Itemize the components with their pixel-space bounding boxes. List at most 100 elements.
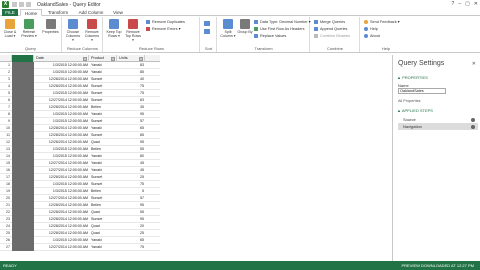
data-type-dropdown[interactable]: Data Type: Decimal Number ▾ (254, 19, 311, 25)
cell-units[interactable]: 57 (117, 118, 145, 125)
cell-date[interactable]: 12/28/2014 12:00:00 AM (34, 83, 89, 90)
save-icon[interactable] (12, 2, 17, 7)
cell-date[interactable]: 12/28/2014 12:00:00 AM (34, 216, 89, 223)
row-index[interactable]: 10 (0, 125, 12, 132)
cell-date[interactable]: 12/28/2014 12:00:00 AM (34, 76, 89, 83)
selected-cell[interactable] (12, 111, 34, 118)
cell-date[interactable]: 1/3/2015 12:00:00 AM (34, 153, 89, 160)
cell-product[interactable]: Sunset (91, 83, 117, 90)
remove-duplicates-button[interactable]: Remove Duplicates (146, 19, 185, 25)
append-queries-button[interactable]: Append Queries (314, 26, 347, 32)
cell-units[interactable]: 85 (117, 132, 145, 139)
selected-cell[interactable] (12, 97, 34, 104)
keep-top-rows-button[interactable]: Keep Top Rows ▾ (106, 18, 122, 44)
all-properties-link[interactable]: All Properties (398, 99, 421, 103)
cell-date[interactable]: 12/28/2014 12:00:00 AM (34, 132, 89, 139)
selected-cell[interactable] (12, 76, 34, 83)
table-row[interactable]: 25 12/28/2014 12:00:00 AM Quad 25 (0, 230, 160, 237)
cell-units[interactable]: 45 (117, 167, 145, 174)
cell-product[interactable]: Sunset (91, 97, 117, 104)
cell-units[interactable]: 85 (117, 69, 145, 76)
help-button[interactable]: Help (364, 26, 378, 32)
row-index[interactable]: 16 (0, 167, 12, 174)
cell-units[interactable]: 63 (117, 97, 145, 104)
selected-cell[interactable] (12, 188, 34, 195)
table-row[interactable]: 14 1/3/2015 12:00:00 AM Yanaki 80 (0, 153, 160, 160)
table-row[interactable]: 1 1/3/2015 12:00:00 AM Yanaki 83 (0, 62, 160, 69)
table-row[interactable]: 7 12/28/2014 12:00:00 AM Bellen 35 (0, 104, 160, 111)
remove-errors-button[interactable]: Remove Errors ▾ (146, 26, 181, 32)
selected-cell[interactable] (12, 216, 34, 223)
row-index[interactable]: 23 (0, 216, 12, 223)
sort-ascending-button[interactable] (204, 20, 212, 26)
cell-product[interactable]: Yanaki (91, 244, 117, 251)
cell-product[interactable]: Quad (91, 139, 117, 146)
table-row[interactable]: 15 12/27/2014 12:00:00 AM Yanaki 45 (0, 160, 160, 167)
selected-cell[interactable] (12, 223, 34, 230)
split-column-button[interactable]: Split Column ▾ (220, 18, 236, 44)
selected-cell[interactable] (12, 62, 34, 69)
cell-date[interactable]: 1/3/2015 12:00:00 AM (34, 62, 89, 69)
row-index[interactable]: 1 (0, 62, 12, 69)
cell-units[interactable]: 55 (117, 146, 145, 153)
row-index[interactable]: 8 (0, 111, 12, 118)
column-header-date[interactable]: Date ▾ (34, 55, 89, 62)
cell-date[interactable]: 1/3/2015 12:00:00 AM (34, 90, 89, 97)
cell-product[interactable]: Quad (91, 230, 117, 237)
row-index[interactable]: 22 (0, 209, 12, 216)
tab-add-column[interactable]: Add Column (75, 9, 107, 16)
cell-units[interactable]: 57 (117, 195, 145, 202)
cell-units[interactable]: 75 (117, 244, 145, 251)
row-index[interactable]: 9 (0, 118, 12, 125)
cell-units[interactable]: 25 (117, 230, 145, 237)
row-index[interactable]: 17 (0, 174, 12, 181)
cell-units[interactable]: 95 (117, 111, 145, 118)
row-index[interactable]: 3 (0, 76, 12, 83)
selected-cell[interactable] (12, 83, 34, 90)
cell-product[interactable]: Sunset (91, 132, 117, 139)
selected-cell[interactable] (12, 195, 34, 202)
cell-product[interactable]: Sunset (91, 195, 117, 202)
cell-units[interactable]: 95 (117, 202, 145, 209)
row-index[interactable]: 25 (0, 230, 12, 237)
cell-date[interactable]: 12/28/2014 12:00:00 AM (34, 174, 89, 181)
cell-units[interactable]: 75 (117, 90, 145, 97)
row-index[interactable]: 26 (0, 237, 12, 244)
selected-cell[interactable] (12, 125, 34, 132)
table-row[interactable]: 16 12/27/2014 12:00:00 AM Yanaki 45 (0, 167, 160, 174)
cell-date[interactable]: 1/3/2015 12:00:00 AM (34, 69, 89, 76)
selected-cell[interactable] (12, 202, 34, 209)
filter-dropdown-icon[interactable]: ▾ (111, 56, 115, 61)
step-source[interactable]: Source (398, 116, 478, 123)
selected-column-header[interactable] (12, 55, 34, 62)
table-row[interactable]: 24 12/28/2014 12:00:00 AM Quad 20 (0, 223, 160, 230)
close-load-button[interactable]: Close & Load ▾ (2, 18, 18, 44)
cell-units[interactable]: 5 (117, 188, 145, 195)
row-index[interactable]: 14 (0, 153, 12, 160)
table-row[interactable]: 18 1/3/2015 12:00:00 AM Sunset 75 (0, 181, 160, 188)
maximize-icon[interactable]: ▢ (465, 1, 470, 7)
table-row[interactable]: 17 12/28/2014 12:00:00 AM Sunset 25 (0, 174, 160, 181)
tab-transform[interactable]: Transform (44, 9, 72, 16)
row-index[interactable]: 12 (0, 139, 12, 146)
cell-product[interactable]: Sunset (91, 181, 117, 188)
cell-date[interactable]: 1/3/2015 12:00:00 AM (34, 188, 89, 195)
filter-dropdown-icon[interactable]: ▾ (139, 56, 143, 61)
cell-product[interactable]: Sunset (91, 174, 117, 181)
row-index[interactable]: 20 (0, 195, 12, 202)
cell-date[interactable]: 1/3/2015 12:00:00 AM (34, 181, 89, 188)
cell-date[interactable]: 12/28/2014 12:00:00 AM (34, 104, 89, 111)
cell-product[interactable]: Quad (91, 209, 117, 216)
cell-product[interactable]: Yanaki (91, 111, 117, 118)
cell-date[interactable]: 12/28/2014 12:00:00 AM (34, 223, 89, 230)
column-header-product[interactable]: Product ▾ (89, 55, 117, 62)
cell-units[interactable]: 65 (117, 125, 145, 132)
tab-file[interactable]: FILE (2, 9, 18, 16)
data-grid[interactable]: Date ▾ Product ▾ Units ▾ 1 1/3/2015 12:00… (0, 55, 392, 261)
tab-home[interactable]: Home (20, 9, 42, 16)
cell-date[interactable]: 12/27/2014 12:00:00 AM (34, 244, 89, 251)
selected-cell[interactable] (12, 160, 34, 167)
cell-product[interactable]: Quad (91, 223, 117, 230)
cell-date[interactable]: 12/27/2014 12:00:00 AM (34, 97, 89, 104)
cell-date[interactable]: 1/3/2015 12:00:00 AM (34, 237, 89, 244)
